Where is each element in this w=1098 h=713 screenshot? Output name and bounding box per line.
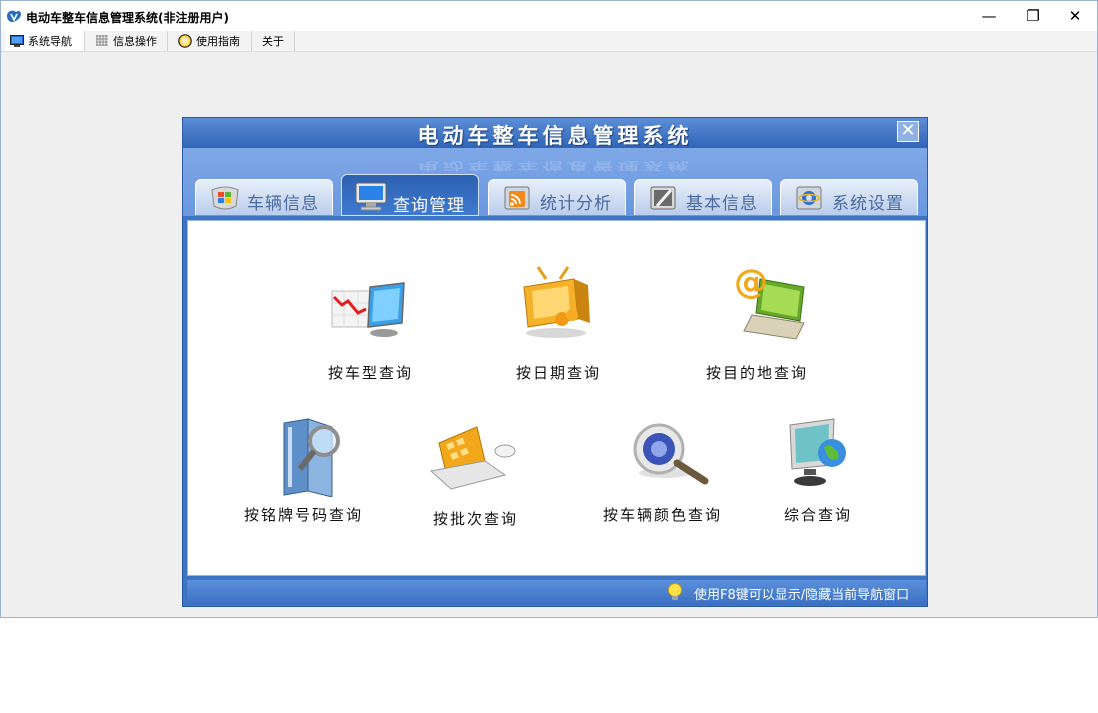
tab-vehicle-info[interactable]: 车辆信息	[195, 179, 333, 215]
dialog-header: 电动车整车信息管理系统 ✕	[183, 118, 927, 148]
window-title: 电动车整车信息管理系统(非注册用户)	[26, 11, 229, 25]
monitor-icon	[355, 182, 387, 211]
book-magnifier-icon	[283, 418, 340, 497]
laptop-mouse-icon	[429, 426, 516, 490]
ie-globe-icon	[796, 186, 822, 210]
shield-windows-icon	[211, 186, 239, 210]
title-bar[interactable]: 电动车整车信息管理系统(非注册用户) — ❐ ✕	[1, 1, 1097, 31]
minimize-button[interactable]: —	[967, 1, 1011, 31]
app-window: 电动车整车信息管理系统(非注册用户) — ❐ ✕ 系统导航 信息操作 使用指南 …	[0, 0, 1098, 618]
grid-icon	[96, 35, 108, 46]
status-bar: 使用F8键可以显示/隐藏当前导航窗口	[187, 580, 926, 605]
monitor-icon	[10, 35, 24, 47]
query-label: 综合查询	[784, 506, 853, 524]
tab-label: 系统设置	[832, 194, 904, 214]
menu-item-info-ops[interactable]: 信息操作	[90, 31, 168, 51]
tab-query-management[interactable]: 查询管理	[341, 174, 479, 216]
query-label: 按批次查询	[433, 510, 519, 528]
menu-item-label: 关于	[262, 35, 284, 48]
globe-monitor-icon	[789, 418, 846, 486]
app-logo-icon	[7, 10, 21, 22]
status-hint: 使用F8键可以显示/隐藏当前导航窗口	[694, 588, 910, 603]
tab-statistics[interactable]: 统计分析	[488, 179, 626, 215]
tab-label: 车辆信息	[247, 194, 319, 214]
navigation-dialog: 电动车整车信息管理系统 ✕ 电动车整车信息管理系统 车辆信息 查询管理 统计分析…	[182, 117, 928, 607]
email-laptop-icon: @	[734, 265, 805, 340]
menu-item-about[interactable]: 关于	[257, 31, 295, 51]
chart-monitor-icon	[331, 282, 405, 337]
query-label: 按目的地查询	[706, 364, 809, 382]
query-label: 按铭牌号码查询	[244, 506, 364, 524]
tv-icon	[523, 266, 590, 338]
notebook-pen-icon	[650, 186, 676, 210]
query-label: 按车辆颜色查询	[603, 506, 723, 524]
search-magnifier-icon	[633, 423, 709, 485]
tab-label: 基本信息	[686, 194, 758, 214]
menu-item-system-nav[interactable]: 系统导航	[5, 31, 85, 51]
menu-item-label: 使用指南	[196, 35, 240, 48]
tab-label: 统计分析	[540, 194, 612, 214]
menu-item-user-guide[interactable]: 使用指南	[173, 31, 252, 51]
dialog-close-button[interactable]: ✕	[897, 121, 919, 142]
query-label: 按日期查询	[516, 364, 602, 382]
tab-label: 查询管理	[393, 196, 465, 216]
lightbulb-icon	[668, 583, 682, 600]
query-label: 按车型查询	[328, 364, 414, 382]
close-button[interactable]: ✕	[1053, 1, 1097, 31]
title-reflection: 电动车整车信息管理系统	[417, 160, 693, 172]
menu-item-label: 信息操作	[113, 35, 157, 48]
help-circle-icon	[178, 34, 192, 48]
query-panel: 按车型查询 按日期查询 @ 按目的地查询 按铭牌号码查询 按批次查询 按车辆颜色…	[187, 220, 926, 576]
menu-bar: 系统导航 信息操作 使用指南 关于	[1, 31, 1097, 52]
svg-text:@: @	[734, 265, 768, 302]
menu-item-label: 系统导航	[28, 35, 72, 48]
maximize-button[interactable]: ❐	[1011, 1, 1055, 31]
tab-basic-info[interactable]: 基本信息	[634, 179, 772, 215]
tab-system-settings[interactable]: 系统设置	[780, 179, 918, 215]
dialog-title: 电动车整车信息管理系统	[417, 124, 693, 148]
rss-feed-icon	[504, 186, 530, 210]
